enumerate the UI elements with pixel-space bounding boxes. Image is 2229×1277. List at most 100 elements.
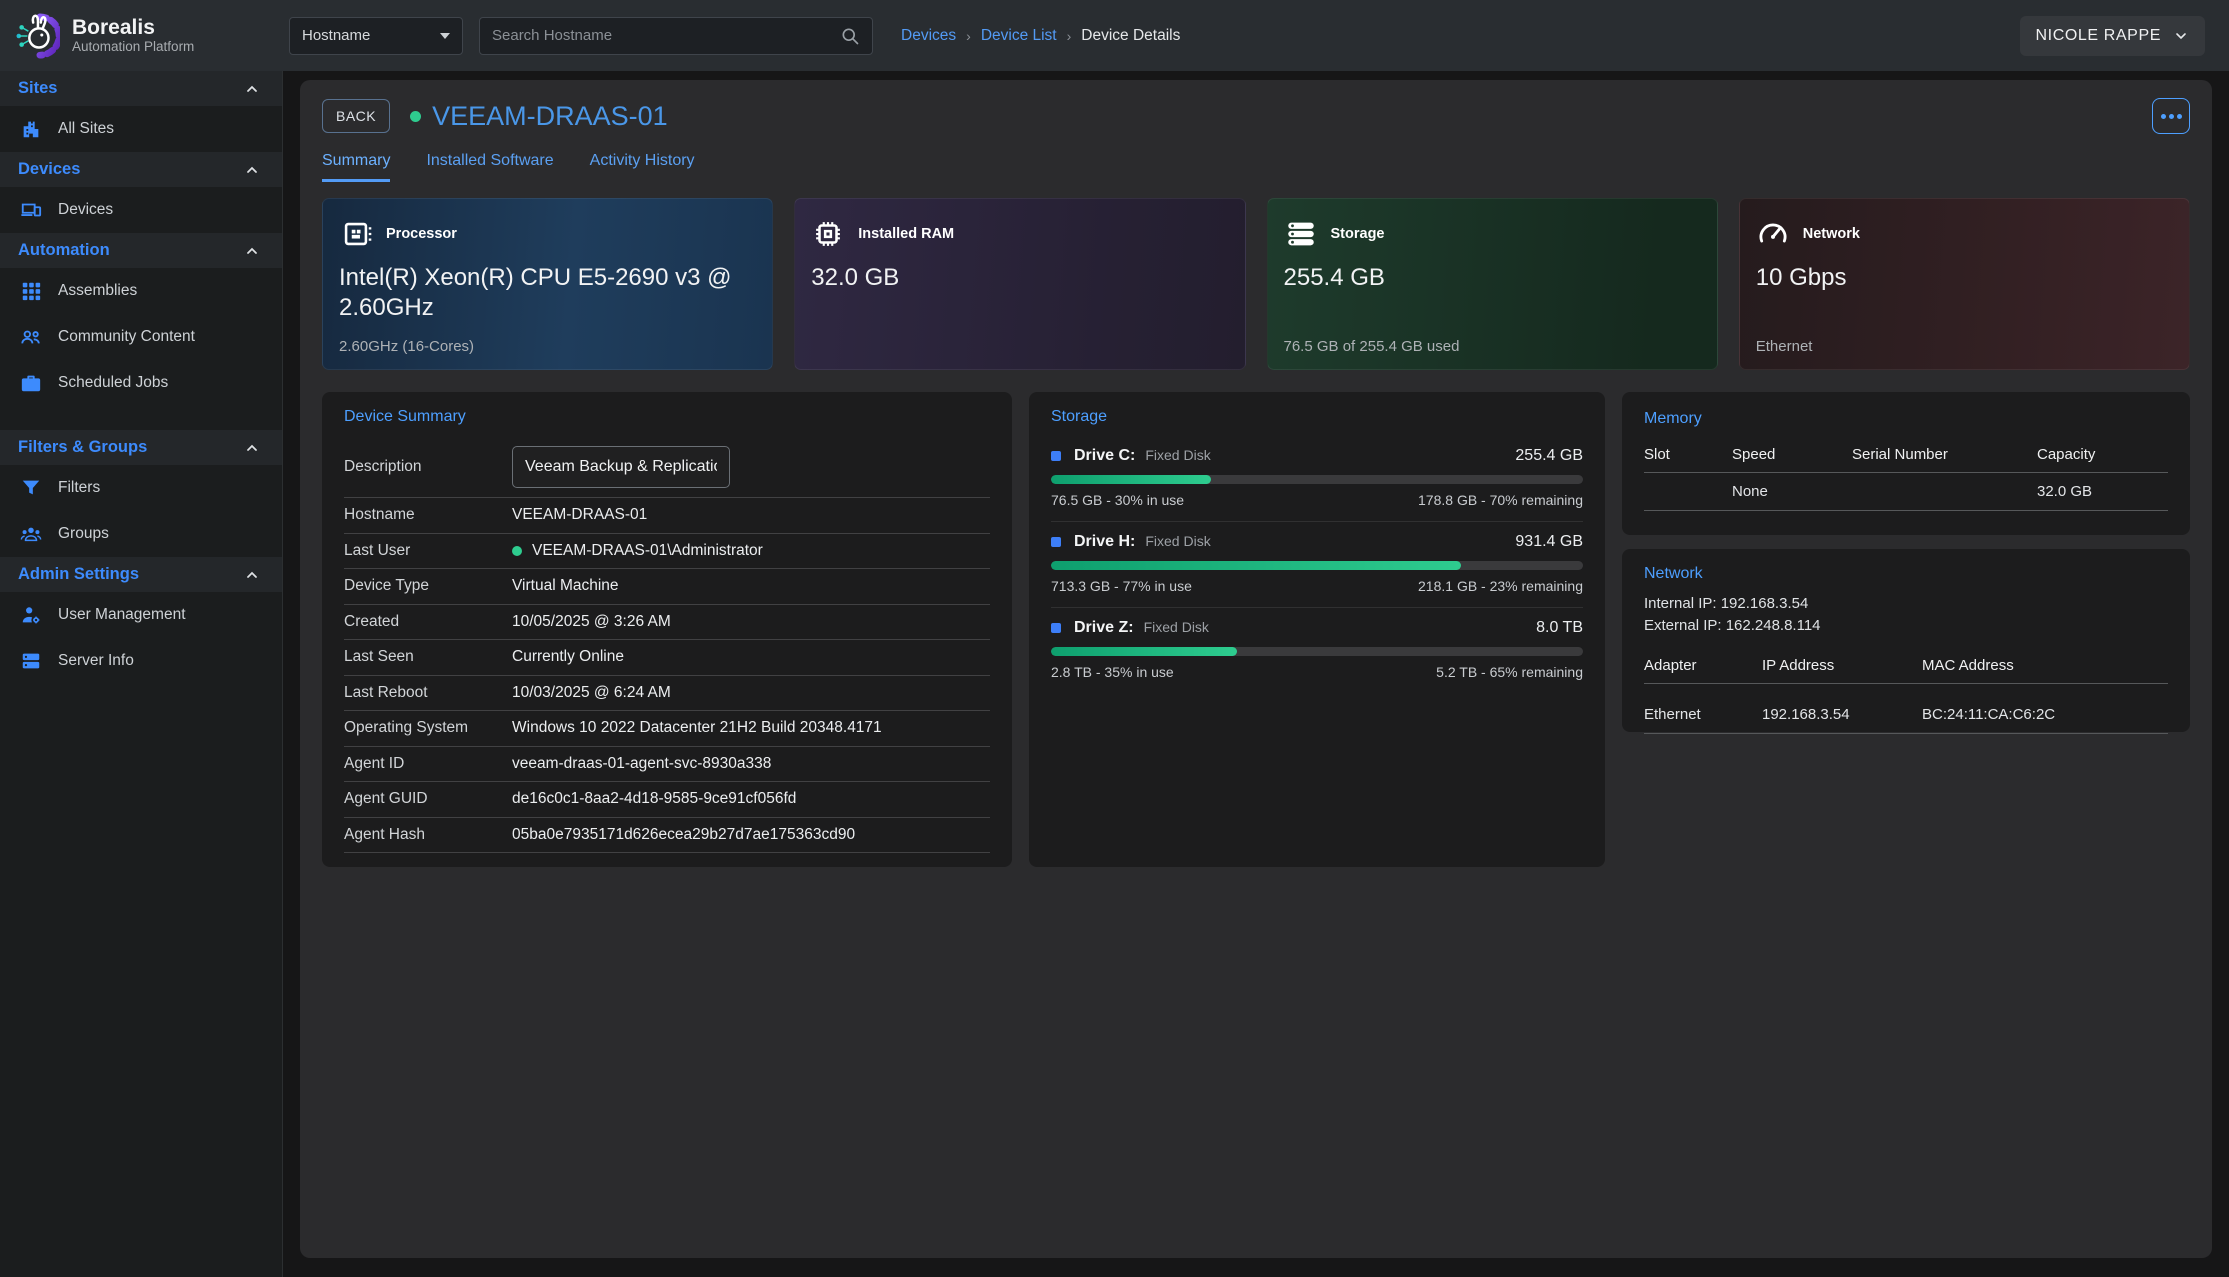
row-label: Agent ID (344, 755, 512, 773)
column-header: Serial Number (1852, 446, 2037, 463)
groups-icon (20, 523, 42, 545)
row-label: Last Seen (344, 648, 512, 666)
drive-type: Fixed Disk (1144, 619, 1209, 635)
panel-title: Network (1644, 565, 2168, 583)
user-gear-icon (20, 604, 42, 626)
network-card: Network 10 Gbps Ethernet (1739, 198, 2190, 370)
breadcrumb-devices[interactable]: Devices (901, 27, 956, 45)
row-label: Operating System (344, 719, 512, 737)
panel-title: Storage (1051, 408, 1583, 426)
sidebar-item-community-content[interactable]: Community Content (0, 314, 282, 360)
search-field-dropdown[interactable]: Hostname (289, 17, 463, 55)
chevron-up-icon (244, 243, 260, 259)
briefcase-icon (20, 372, 42, 394)
sidebar-section-automation[interactable]: Automation (0, 233, 282, 268)
column-header: Adapter (1644, 657, 1762, 674)
storage-footer: 76.5 GB of 255.4 GB used (1284, 338, 1701, 355)
memory-table-row: None 32.0 GB (1644, 473, 2168, 511)
adapter-mac: BC:24:11:CA:C6:2C (1922, 706, 2168, 723)
summary-row-last-reboot: Last Reboot 10/03/2025 @ 6:24 AM (344, 676, 990, 712)
breadcrumb-device-list[interactable]: Device List (981, 27, 1057, 45)
search-box[interactable] (479, 17, 873, 55)
row-value: Windows 10 2022 Datacenter 21H2 Build 20… (512, 719, 882, 737)
sidebar-item-label: All Sites (58, 120, 114, 138)
more-actions-button[interactable] (2152, 98, 2190, 134)
processor-card: Processor Intel(R) Xeon(R) CPU E5-2690 v… (322, 198, 773, 370)
user-menu-button[interactable]: NICOLE RAPPE (2020, 16, 2205, 56)
row-value: veeam-draas-01-agent-svc-8930a338 (512, 755, 771, 773)
card-title: Storage (1331, 226, 1385, 242)
breadcrumb-separator: › (1067, 28, 1072, 44)
row-value: VEEAM-DRAAS-01 (512, 506, 647, 524)
disks-icon (1284, 217, 1318, 251)
sidebar-item-assemblies[interactable]: Assemblies (0, 268, 282, 314)
drive-remaining-label: 218.1 GB - 23% remaining (1418, 578, 1583, 594)
sidebar-item-label: Filters (58, 479, 100, 497)
drive-used-label: 76.5 GB - 30% in use (1051, 492, 1184, 508)
tab-installed-software[interactable]: Installed Software (426, 152, 553, 182)
drive-row-h: Drive H: Fixed Disk 931.4 GB 713.3 GB - … (1051, 522, 1583, 608)
tab-activity-history[interactable]: Activity History (590, 152, 695, 182)
storage-card: Storage 255.4 GB 76.5 GB of 255.4 GB use… (1267, 198, 1718, 370)
sidebar-item-filters[interactable]: Filters (0, 465, 282, 511)
processor-value: Intel(R) Xeon(R) CPU E5-2690 v3 @ 2.60GH… (339, 263, 756, 323)
row-label: Created (344, 613, 512, 631)
sidebar-section-label: Automation (18, 241, 110, 260)
row-label: Last User (344, 542, 512, 560)
summary-row-hostname: Hostname VEEAM-DRAAS-01 (344, 498, 990, 534)
row-label: Device Type (344, 577, 512, 595)
sidebar-section-filters-groups[interactable]: Filters & Groups (0, 430, 282, 465)
sidebar-section-label: Devices (18, 160, 80, 179)
sidebar-item-user-management[interactable]: User Management (0, 592, 282, 638)
card-title: Processor (386, 226, 457, 242)
summary-row-agent-guid: Agent GUID de16c0c1-8aa2-4d18-9585-9ce91… (344, 782, 990, 818)
summary-row-last-seen: Last Seen Currently Online (344, 640, 990, 676)
drive-type: Fixed Disk (1145, 533, 1210, 549)
chevron-up-icon (244, 567, 260, 583)
back-button[interactable]: BACK (322, 99, 390, 133)
search-input[interactable] (492, 27, 822, 44)
chevron-up-icon (244, 440, 260, 456)
description-input[interactable] (512, 446, 730, 488)
summary-row-agent-id: Agent ID veeam-draas-01-agent-svc-8930a3… (344, 747, 990, 783)
sidebar-item-scheduled-jobs[interactable]: Scheduled Jobs (0, 360, 282, 406)
tab-summary[interactable]: Summary (322, 152, 390, 182)
drive-size: 8.0 TB (1536, 619, 1583, 637)
network-value: 10 Gbps (1756, 263, 2173, 293)
drive-usage-fill (1051, 647, 1237, 656)
row-label: Last Reboot (344, 684, 512, 702)
row-value: 10/05/2025 @ 3:26 AM (512, 613, 671, 631)
sidebar-section-devices[interactable]: Devices (0, 152, 282, 187)
drive-type: Fixed Disk (1145, 447, 1210, 463)
chevron-up-icon (244, 162, 260, 178)
device-tabs: Summary Installed Software Activity Hist… (322, 152, 2190, 182)
column-header: Slot (1644, 446, 1732, 463)
ellipsis-icon (2161, 114, 2166, 119)
row-value: Currently Online (512, 648, 624, 666)
device-header: BACK VEEAM-DRAAS-01 (322, 98, 2190, 134)
drive-row-z: Drive Z: Fixed Disk 8.0 TB 2.8 TB - 35% … (1051, 608, 1583, 693)
sidebar-item-label: Scheduled Jobs (58, 374, 168, 392)
sidebar-item-label: Server Info (58, 652, 134, 670)
online-status-dot (410, 111, 421, 122)
sidebar-item-all-sites[interactable]: All Sites (0, 106, 282, 152)
installed-ram-card: Installed RAM 32.0 GB (794, 198, 1245, 370)
summary-row-last-user: Last User VEEAM-DRAAS-01\Administrator (344, 534, 990, 570)
memory-speed: None (1732, 483, 1852, 500)
sidebar-section-admin-settings[interactable]: Admin Settings (0, 557, 282, 592)
ram-icon (811, 217, 845, 251)
column-header: MAC Address (1922, 657, 2168, 674)
row-label: Description (344, 458, 512, 476)
network-table-header: Adapter IP Address MAC Address (1644, 649, 2168, 684)
row-value: VEEAM-DRAAS-01\Administrator (512, 542, 763, 560)
brand-text: Borealis Automation Platform (72, 17, 194, 54)
sidebar-item-devices[interactable]: Devices (0, 187, 282, 233)
card-title: Installed RAM (858, 226, 954, 242)
sidebar-spacer (0, 406, 282, 430)
sidebar-section-sites[interactable]: Sites (0, 71, 282, 106)
sidebar-item-server-info[interactable]: Server Info (0, 638, 282, 684)
gauge-icon (1756, 217, 1790, 251)
column-header: Capacity (2037, 446, 2168, 463)
sidebar-item-groups[interactable]: Groups (0, 511, 282, 557)
search-icon (840, 26, 860, 46)
